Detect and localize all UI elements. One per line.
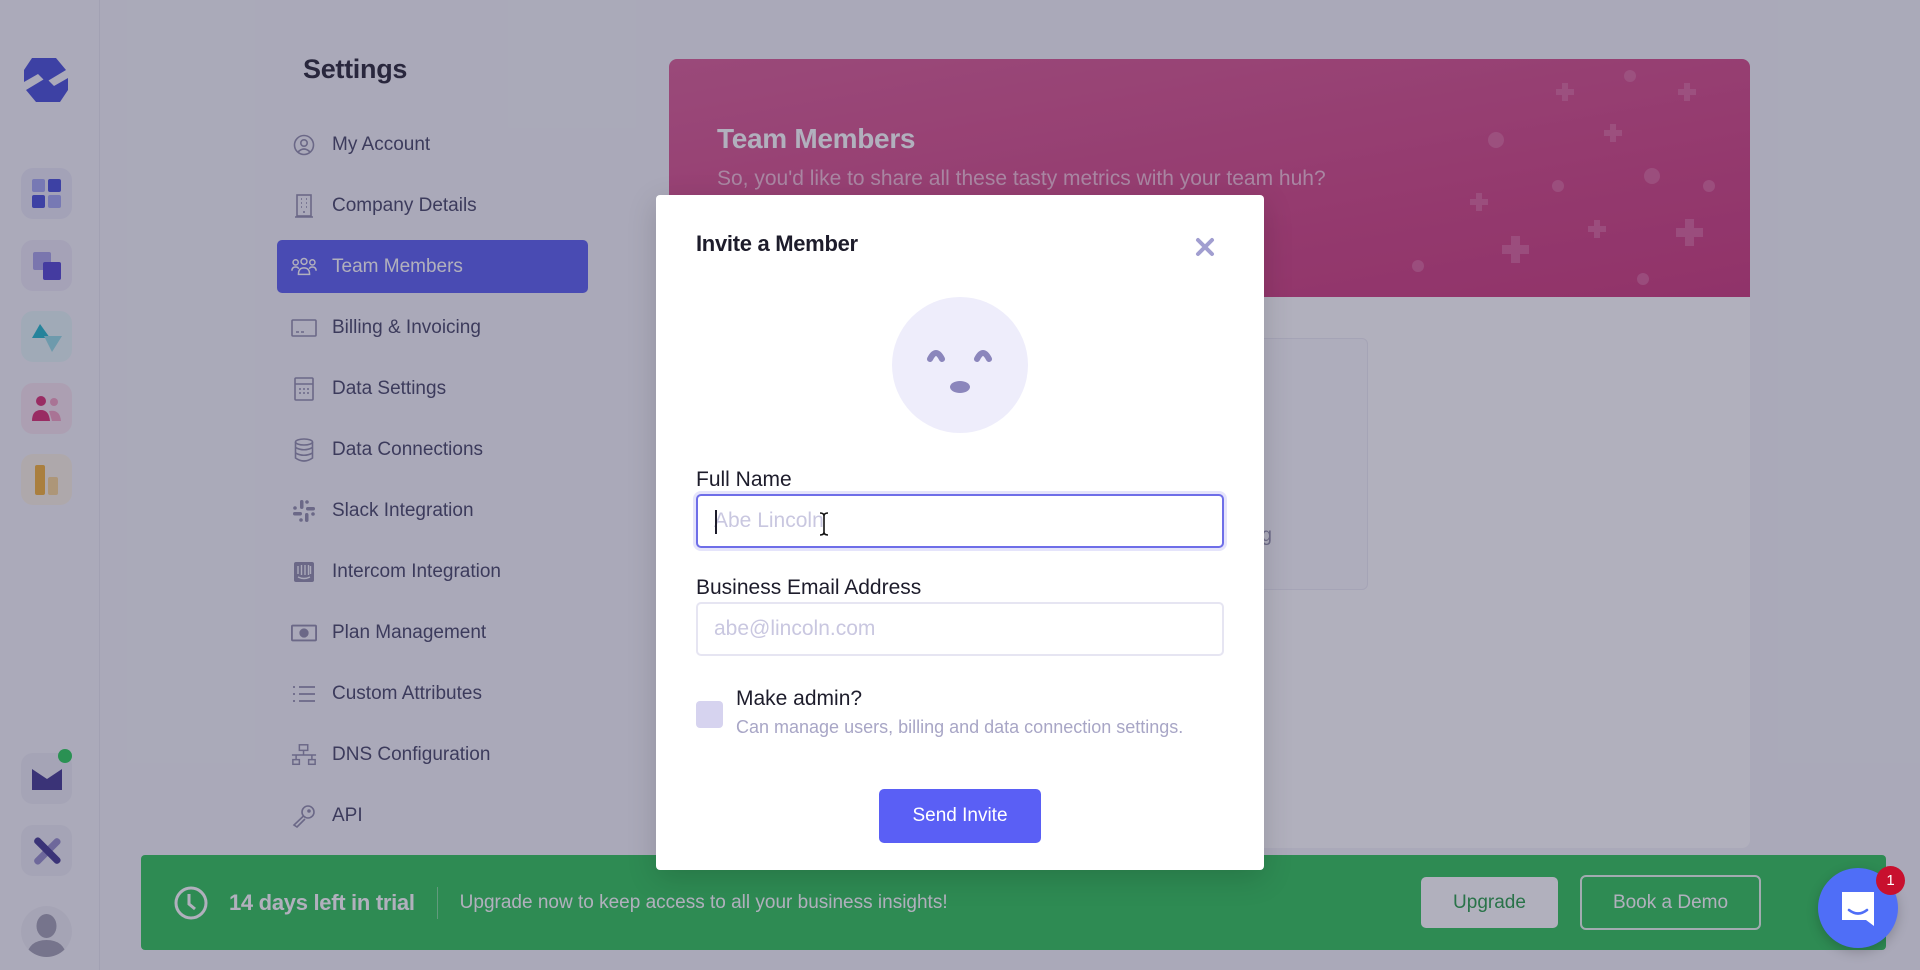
send-invite-button[interactable]: Send Invite bbox=[879, 789, 1041, 843]
chat-notification-badge: 1 bbox=[1876, 866, 1905, 895]
smiley-face-icon bbox=[892, 297, 1028, 433]
make-admin-checkbox[interactable] bbox=[696, 701, 723, 728]
full-name-label: Full Name bbox=[696, 468, 792, 491]
invite-member-modal: Invite a Member Full Name Business Email… bbox=[656, 195, 1264, 870]
modal-title: Invite a Member bbox=[696, 231, 858, 256]
ibeam-cursor-icon bbox=[819, 512, 829, 536]
make-admin-help: Can manage users, billing and data conne… bbox=[736, 717, 1184, 737]
email-label: Business Email Address bbox=[696, 576, 922, 599]
full-name-input[interactable] bbox=[696, 494, 1224, 548]
text-caret bbox=[715, 510, 717, 534]
chat-icon bbox=[1842, 892, 1874, 926]
make-admin-label: Make admin? bbox=[736, 687, 863, 710]
email-input[interactable] bbox=[696, 602, 1224, 656]
close-icon[interactable] bbox=[1193, 235, 1217, 259]
